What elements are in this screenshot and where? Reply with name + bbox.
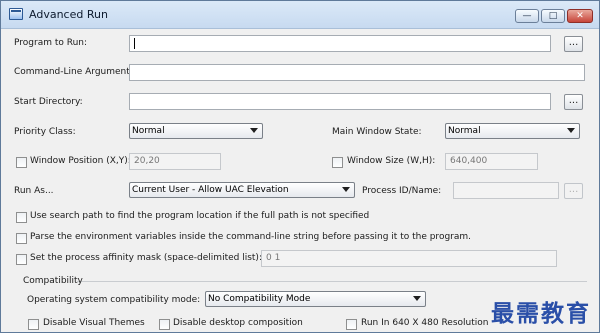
os-compatibility-mode-label: Operating system compatibility mode: bbox=[27, 295, 201, 305]
compatibility-group-line bbox=[77, 281, 587, 282]
priority-class-value: Normal bbox=[132, 126, 165, 136]
command-line-arguments-label: Command-Line Arguments: bbox=[14, 67, 138, 77]
main-window-state-label: Main Window State: bbox=[332, 127, 422, 137]
chevron-down-icon bbox=[250, 128, 258, 133]
app-icon bbox=[9, 8, 23, 20]
affinity-mask-label: Set the process affinity mask (space-del… bbox=[30, 253, 262, 263]
run-640x480-label: Run In 640 X 480 Resolution bbox=[361, 318, 489, 328]
start-directory-browse-button[interactable]: ... bbox=[564, 94, 583, 110]
window-title: Advanced Run bbox=[29, 8, 108, 21]
affinity-mask-checkbox[interactable] bbox=[16, 254, 27, 265]
text-caret bbox=[134, 38, 135, 49]
process-id-browse-button[interactable]: ... bbox=[564, 183, 583, 199]
os-compatibility-mode-value: No Compatibility Mode bbox=[208, 294, 311, 304]
compatibility-group-label: Compatibility bbox=[23, 276, 83, 286]
window-position-input[interactable]: 20,20 bbox=[129, 153, 221, 170]
start-directory-label: Start Directory: bbox=[14, 97, 83, 107]
run-as-select[interactable]: Current User - Allow UAC Elevation bbox=[129, 182, 355, 198]
parse-env-vars-checkbox[interactable] bbox=[16, 233, 27, 244]
priority-class-select[interactable]: Normal bbox=[129, 123, 263, 139]
run-640x480-checkbox[interactable] bbox=[346, 319, 357, 330]
title-bar[interactable]: Advanced Run — □ ✕ bbox=[1, 1, 599, 29]
chevron-down-icon bbox=[342, 187, 350, 192]
window-size-label: Window Size (W,H): bbox=[347, 156, 436, 166]
start-directory-input[interactable] bbox=[129, 93, 551, 110]
close-button[interactable]: ✕ bbox=[567, 9, 593, 23]
window-position-label: Window Position (X,Y): bbox=[30, 156, 131, 166]
run-as-value: Current User - Allow UAC Elevation bbox=[132, 185, 289, 195]
window-size-input[interactable]: 640,400 bbox=[445, 153, 538, 170]
os-compatibility-mode-select[interactable]: No Compatibility Mode bbox=[205, 291, 426, 307]
main-window-state-select[interactable]: Normal bbox=[445, 123, 580, 139]
watermark-text: 最需教育 bbox=[491, 300, 591, 327]
chevron-down-icon bbox=[567, 128, 575, 133]
window-position-checkbox[interactable] bbox=[16, 157, 27, 168]
minimize-button[interactable]: — bbox=[515, 9, 539, 23]
affinity-mask-input[interactable]: 0 1 bbox=[261, 250, 557, 267]
program-browse-button[interactable]: ... bbox=[564, 36, 583, 52]
run-as-label: Run As... bbox=[14, 186, 54, 196]
use-search-path-label: Use search path to find the program loca… bbox=[30, 211, 370, 221]
disable-visual-themes-checkbox[interactable] bbox=[28, 319, 39, 330]
process-id-input[interactable] bbox=[453, 182, 559, 199]
parse-env-vars-label: Parse the environment variables inside t… bbox=[30, 232, 471, 242]
program-to-run-label: Program to Run: bbox=[14, 38, 88, 48]
process-id-label: Process ID/Name: bbox=[362, 186, 442, 196]
disable-desktop-composition-checkbox[interactable] bbox=[159, 319, 170, 330]
maximize-button[interactable]: □ bbox=[541, 9, 565, 23]
program-to-run-input[interactable] bbox=[129, 35, 551, 52]
priority-class-label: Priority Class: bbox=[14, 127, 76, 137]
advanced-run-window: Advanced Run — □ ✕ Program to Run: ... C… bbox=[0, 0, 600, 333]
use-search-path-checkbox[interactable] bbox=[16, 212, 27, 223]
command-line-arguments-input[interactable] bbox=[129, 64, 585, 81]
disable-desktop-composition-label: Disable desktop composition bbox=[173, 318, 303, 328]
chevron-down-icon bbox=[413, 296, 421, 301]
window-size-checkbox[interactable] bbox=[332, 157, 343, 168]
main-window-state-value: Normal bbox=[448, 126, 481, 136]
disable-visual-themes-label: Disable Visual Themes bbox=[43, 318, 145, 328]
